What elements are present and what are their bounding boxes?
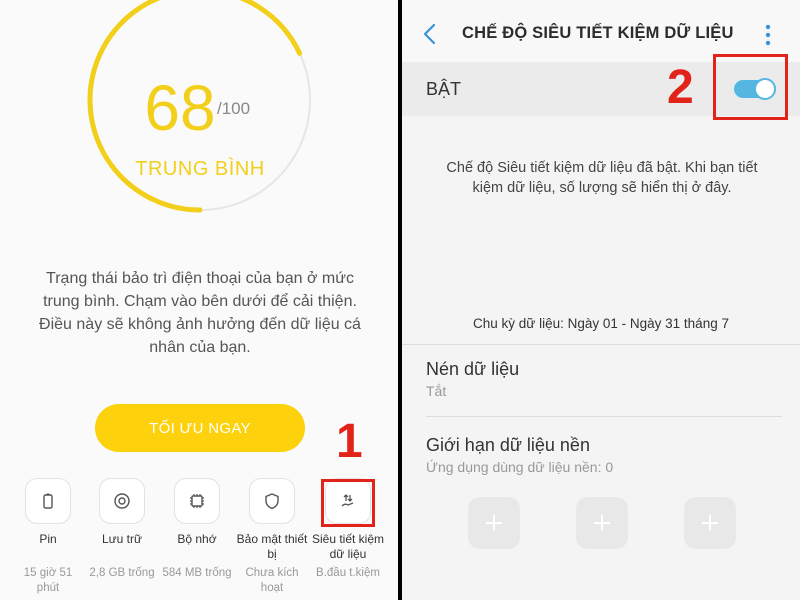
tool-label: Bộ nhớ: [177, 532, 217, 546]
tool-label: Pin: [39, 532, 57, 546]
divider: [402, 344, 800, 345]
more-options-icon[interactable]: [764, 24, 772, 46]
tool-memory[interactable]: Bộ nhớ 584 MB trống: [160, 478, 234, 581]
toggle-label: BẬT: [426, 79, 462, 99]
annotation-number-1: 1: [336, 415, 363, 468]
page-title: CHẾ ĐỘ SIÊU TIẾT KIỆM DỮ LIỆU: [462, 24, 734, 42]
tool-storage[interactable]: Lưu trữ 2,8 GB trống: [85, 478, 159, 581]
tool-battery[interactable]: Pin 15 giờ 51 phút: [11, 478, 85, 596]
background-data-limit-title[interactable]: Giới hạn dữ liệu nền: [426, 435, 590, 456]
battery-icon: [43, 493, 53, 509]
memory-chip-icon: [190, 494, 204, 508]
memory-tile[interactable]: [174, 478, 220, 524]
tool-value: 2,8 GB trống: [89, 567, 155, 579]
maintenance-description: Trạng thái bảo trì điện thoại của bạn ở …: [39, 270, 361, 356]
add-app-slot[interactable]: [576, 497, 628, 549]
tool-value: 584 MB trống: [162, 567, 232, 579]
tool-value: Chưa kích hoạt: [245, 567, 299, 594]
tool-label: Lưu trữ: [101, 532, 143, 546]
storage-icon: [114, 493, 130, 509]
score-max: /100: [217, 99, 251, 118]
background-data-apps-count: Ứng dụng dùng dữ liệu nền: 0: [426, 459, 614, 475]
tool-device-security[interactable]: Bảo mật thiết bị Chưa kích hoạt: [235, 478, 309, 596]
score-value: 68: [144, 72, 216, 144]
plus-icon: [702, 515, 718, 531]
tool-value: 15 giờ 51 phút: [23, 567, 73, 594]
savings-info-text: Chế độ Siêu tiết kiệm dữ liệu đã bật. Kh…: [446, 160, 758, 196]
score-status: TRUNG BÌNH: [135, 158, 265, 180]
security-tile[interactable]: [249, 478, 295, 524]
storage-tile[interactable]: [99, 478, 145, 524]
data-compression-status: Tắt: [426, 383, 447, 399]
battery-tile[interactable]: [25, 478, 71, 524]
back-arrow-icon[interactable]: [420, 22, 440, 46]
optimize-now-button[interactable]: TỐI ƯU NGAY: [95, 404, 305, 452]
add-app-slot[interactable]: [684, 497, 736, 549]
app-bar: CHẾ ĐỘ SIÊU TIẾT KIỆM DỮ LIỆU: [402, 0, 800, 62]
tool-label: Bảo mật thiết bị: [236, 532, 308, 561]
data-compression-title[interactable]: Nén dữ liệu: [426, 359, 519, 380]
plus-icon: [594, 515, 610, 531]
annotation-number-2: 2: [667, 61, 694, 114]
ultra-data-saving-screen: CHẾ ĐỘ SIÊU TIẾT KIỆM DỮ LIỆU BẬT 2 Chế …: [402, 0, 800, 600]
annotation-highlight-box-2: [713, 54, 788, 120]
plus-icon: [486, 515, 502, 531]
annotation-highlight-box-1: [321, 479, 375, 527]
shield-icon: [265, 493, 279, 510]
add-app-slot[interactable]: [468, 497, 520, 549]
device-maintenance-screen: 68 /100 TRUNG BÌNH Trạng thái bảo trì đi…: [0, 0, 398, 600]
divider: [426, 416, 782, 417]
tool-value: B.đầu t.kiệm: [316, 567, 380, 579]
tool-label: Siêu tiết kiệm dữ liệu: [311, 532, 385, 561]
data-cycle-text: Chu kỳ dữ liệu: Ngày 01 - Ngày 31 tháng …: [473, 316, 729, 331]
